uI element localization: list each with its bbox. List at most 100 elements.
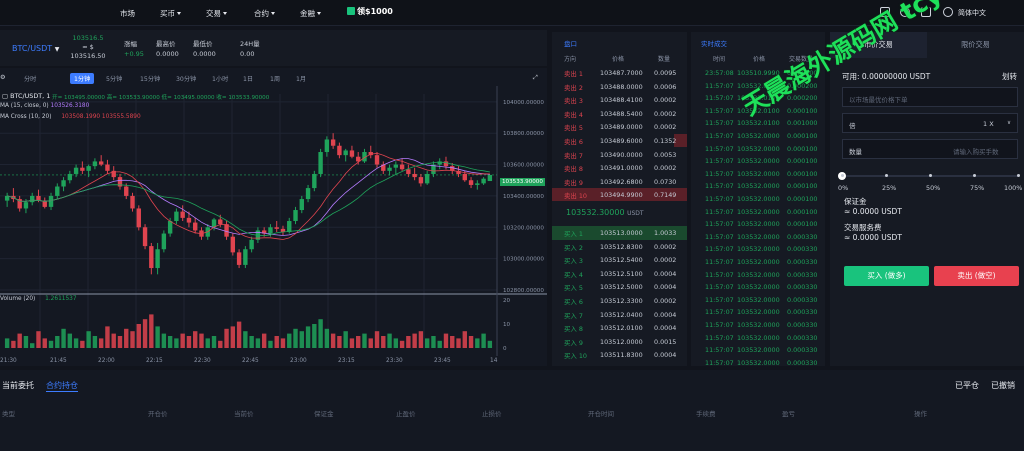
bid-row[interactable]: 买入 9 103512.0000 0.0015 (552, 335, 687, 349)
sell-short-button[interactable]: 卖出 (做空) (934, 266, 1019, 286)
leverage-select[interactable]: 倍 1 X ∨ (842, 113, 1018, 133)
cancelled-link[interactable]: 已撤销 (991, 380, 1015, 391)
tab-current-orders[interactable]: 当前委托 (2, 380, 34, 391)
tf-button[interactable]: 分时 (24, 74, 36, 83)
ask-row[interactable]: 卖出 6 103489.6000 0.1352 (552, 134, 687, 148)
nav-finance[interactable]: 金融 (300, 8, 321, 19)
candle-body (92, 161, 98, 167)
chart-legend-title: ▢ BTC/USDT, 1 (2, 92, 51, 100)
ask-row[interactable]: 卖出 10 103494.9900 0.7149 (552, 188, 687, 202)
tab-positions[interactable]: 合约持仓 (46, 380, 78, 392)
x-tick-label: 14 (490, 358, 498, 364)
candle-body (418, 177, 424, 184)
tf-button-active[interactable]: 1分钟 (70, 73, 95, 84)
slider-dot[interactable] (884, 174, 888, 177)
qty-cell: 0.0004 (654, 269, 677, 278)
trade-row: 11:57:07 103532.0000 0.000330 (691, 255, 825, 269)
volume-bar (481, 333, 486, 348)
closed-positions-link[interactable]: 已平仓 (955, 380, 979, 391)
ask-row[interactable]: 卖出 1 103487.7000 0.0095 (552, 66, 687, 80)
price-chart[interactable]: ⚙ 分时 1分钟 5分钟 15分钟 30分钟 1小时 1日 1周 1月 ⤢ 10… (0, 68, 547, 366)
table-col-header: 当前价 (234, 410, 254, 418)
nav-buy-coin[interactable]: 买币 (160, 8, 181, 19)
nav-trade[interactable]: 交易 (206, 8, 227, 19)
buy-long-button[interactable]: 买入 (做多) (844, 266, 929, 286)
ask-row[interactable]: 卖出 2 103488.0000 0.0006 (552, 80, 687, 94)
gift-banner[interactable]: 领$1000 (347, 6, 393, 17)
qty-input[interactable]: 数量 请输入购买手数 (842, 139, 1018, 159)
slider-dot[interactable] (928, 174, 932, 177)
symbol-selector[interactable]: BTC/USDT ▼ (12, 44, 59, 53)
side-label: 买入 8 (564, 325, 583, 334)
candle-body (105, 164, 110, 171)
tf-button[interactable]: 15分钟 (140, 74, 160, 83)
candle-body (180, 211, 185, 218)
user-icon[interactable] (900, 7, 910, 17)
table-col-header: 盈亏 (782, 410, 795, 418)
bid-row[interactable]: 买入 2 103512.8300 0.0002 (552, 240, 687, 254)
tf-button[interactable]: 1月 (296, 74, 306, 83)
bid-row[interactable]: 买入 7 103512.0400 0.0004 (552, 308, 687, 322)
bid-row[interactable]: 买入 1 103513.0000 1.0033 (552, 226, 687, 240)
tf-button[interactable]: 5分钟 (106, 74, 122, 83)
trade-row: 11:57:07 103532.0100 0.000200 (691, 91, 825, 105)
trade-row: 11:57:07 103532.0100 0.001000 (691, 116, 825, 130)
bid-row[interactable]: 买入 10 103511.8300 0.0004 (552, 348, 687, 362)
language-selector[interactable]: 简体中文 (958, 8, 986, 18)
candle-body (305, 188, 311, 200)
nav-contract[interactable]: 合约 (254, 8, 275, 19)
candle-body (274, 227, 279, 229)
volume-bar (224, 328, 229, 348)
tf-button[interactable]: 1小时 (212, 74, 228, 83)
trades-title[interactable]: 实时成交 (701, 38, 727, 48)
candle-body (161, 233, 167, 250)
candle-body (299, 199, 304, 211)
wallet-icon[interactable] (880, 7, 890, 17)
ask-row[interactable]: 卖出 8 103491.0000 0.0002 (552, 161, 687, 175)
ask-row[interactable]: 卖出 5 103489.0000 0.0002 (552, 120, 687, 134)
bid-row[interactable]: 买入 3 103512.5400 0.0002 (552, 253, 687, 267)
bid-row[interactable]: 买入 5 103512.5000 0.0004 (552, 280, 687, 294)
price-input[interactable]: 以市场最优价格下单 (842, 87, 1018, 107)
nav-market[interactable]: 市场 (120, 8, 135, 19)
trade-time: 11:57:07 (705, 169, 734, 178)
fullscreen-icon[interactable]: ⤢ (533, 74, 538, 82)
qty-placeholder: 请输入购买手数 (953, 148, 999, 156)
tf-button[interactable]: 1日 (243, 74, 253, 83)
trade-qty: 0.000100 (787, 220, 818, 229)
candlestick-chart[interactable]: 104000.00000 103800.00000 103600.00000 1034… (0, 86, 547, 366)
bid-row[interactable]: 买入 6 103512.3300 0.0002 (552, 294, 687, 308)
candle-body (149, 246, 154, 269)
settings-gear-icon[interactable]: ⚙ (0, 74, 6, 81)
tab-market[interactable]: 市价交易 (830, 32, 927, 58)
globe-icon[interactable] (943, 7, 953, 17)
slider-dot[interactable] (972, 174, 976, 177)
volume-bar (149, 314, 154, 348)
slider-dot[interactable] (1016, 174, 1020, 177)
trade-qty: 0.000330 (787, 358, 818, 367)
orderbook-title[interactable]: 盘口 (564, 38, 577, 48)
trade-row: 11:57:07 103532.0000 0.000330 (691, 268, 825, 282)
slider-tick-label: 25% (882, 184, 897, 192)
trade-row: 11:57:07 103532.0000 0.000330 (691, 343, 825, 357)
price-cell: 103512.8300 (600, 242, 643, 251)
transfer-link[interactable]: 划转 (1002, 71, 1017, 82)
bid-row[interactable]: 买入 8 103512.0100 0.0004 (552, 321, 687, 335)
ask-row[interactable]: 卖出 4 103488.5400 0.0002 (552, 107, 687, 121)
ask-row[interactable]: 卖出 7 103490.0000 0.0053 (552, 148, 687, 162)
slider-dot[interactable] (840, 174, 844, 177)
tf-button[interactable]: 1周 (270, 74, 280, 83)
trade-qty: 0.000100 (787, 106, 818, 115)
volume-bar (280, 338, 286, 348)
download-icon[interactable] (921, 7, 931, 17)
price-cell: 103512.5400 (600, 256, 643, 265)
bid-row[interactable]: 买入 4 103512.5100 0.0004 (552, 267, 687, 281)
trade-row: 11:57:07 103532.0000 0.000330 (691, 230, 825, 244)
tf-button[interactable]: 30分钟 (176, 74, 196, 83)
ticker-bar: BTC/USDT ▼ 103516.5 ≈ $ 103516.50 涨幅 +0.9… (0, 30, 547, 66)
ask-row[interactable]: 卖出 3 103488.4100 0.0002 (552, 93, 687, 107)
candle-body (349, 150, 355, 157)
ask-row[interactable]: 卖出 9 103492.6800 0.0730 (552, 175, 687, 189)
candle-body (243, 249, 248, 265)
tab-limit[interactable]: 限价交易 (927, 32, 1024, 58)
